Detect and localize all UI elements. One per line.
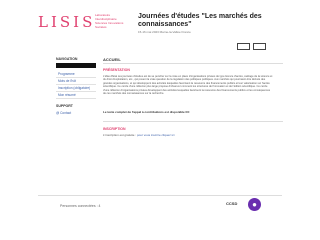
section-divider (103, 63, 283, 64)
sidebar-item-inscription[interactable]: Inscription (obligatoire) (56, 85, 96, 92)
inscription-link[interactable]: pour vous inscrire cliquez ici (137, 133, 175, 137)
navigation-heading: NAVIGATION (56, 57, 78, 61)
connected-users: Personnes connectées : 4 (60, 204, 101, 208)
section-divider (103, 121, 283, 122)
menu-toggle-button[interactable] (237, 43, 250, 50)
contact-link[interactable]: @ Contact (56, 111, 71, 115)
event-dates: 15-16 mai 2023 Marne-la-Vallée France (138, 30, 191, 34)
navigation-active-bar[interactable] (56, 63, 96, 68)
page-title: Journées d'études "Les marchés des conna… (138, 13, 262, 28)
sidebar-item-mots[interactable]: Mots de l'hôt (56, 78, 96, 85)
ccsd-circle-icon[interactable]: ● (248, 198, 261, 211)
footer-divider (38, 195, 282, 196)
site-logo[interactable]: LISIS (38, 13, 95, 31)
call-for-contributions[interactable]: Le texte complet de l'appel à contributi… (103, 110, 273, 114)
support-heading: SUPPORT (56, 104, 73, 108)
presentation-text: L'idée d'Etat ces journées d'études est … (103, 75, 273, 96)
user-menu-button[interactable] (253, 43, 266, 50)
presentation-heading: PRÉSENTATION (103, 68, 130, 72)
sidebar-item-programme[interactable]: Programme (56, 71, 96, 78)
inscription-text: L'inscription est gratuite : (103, 133, 137, 137)
logo-subtitle: Laboratoire Interdisciplinaire Sciences … (95, 13, 124, 29)
inscription-line: L'inscription est gratuite : pour vous i… (103, 133, 174, 137)
section-title: ACCUEIL (103, 57, 121, 62)
ccsd-logo[interactable]: CCSD (226, 201, 237, 206)
sidebar-item-resume[interactable]: Mon résumé (56, 92, 96, 99)
inscription-heading: INSCRIPTION (103, 127, 126, 131)
